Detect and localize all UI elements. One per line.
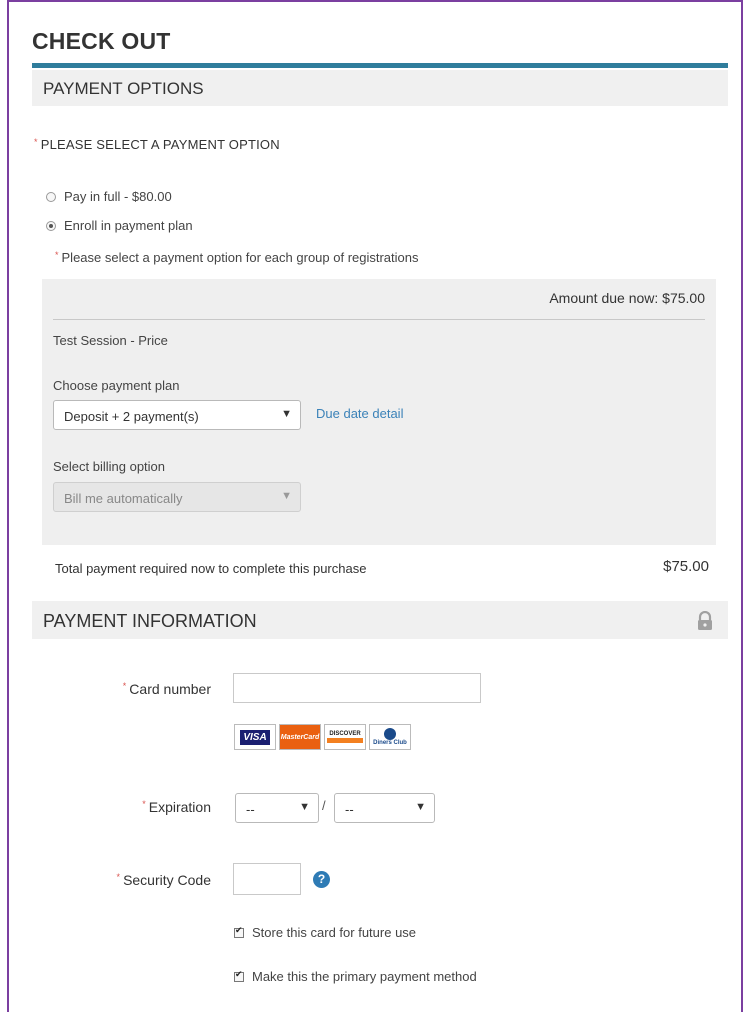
payment-plan-value: Deposit + 2 payment(s) xyxy=(64,409,199,424)
payment-plan-select[interactable]: Deposit + 2 payment(s) ▼ xyxy=(53,400,301,430)
required-marker: * xyxy=(116,872,121,882)
payment-plan-panel: Amount due now: $75.00 Test Session - Pr… xyxy=(42,279,716,545)
visa-card-icon: VISA xyxy=(234,724,276,750)
visa-card-text: VISA xyxy=(240,729,270,745)
payment-options-header: PAYMENT OPTIONS xyxy=(32,70,728,106)
chevron-down-icon: ▼ xyxy=(281,490,292,502)
card-number-input[interactable] xyxy=(233,673,481,703)
help-icon[interactable]: ? xyxy=(313,871,330,888)
chevron-down-icon: ▼ xyxy=(281,408,292,420)
card-number-label-text: Card number xyxy=(129,681,211,697)
chevron-down-icon: ▼ xyxy=(299,801,310,813)
payment-information-header: PAYMENT INFORMATION xyxy=(32,601,728,639)
frame-border-right xyxy=(741,0,743,1012)
store-card-checkbox[interactable] xyxy=(234,925,244,938)
group-note-text: Please select a payment option for each … xyxy=(61,250,419,265)
chevron-down-icon: ▼ xyxy=(415,801,426,813)
title-divider xyxy=(32,63,728,68)
diners-circle xyxy=(384,728,396,740)
store-card-label: Store this card for future use xyxy=(252,925,417,940)
payment-information-title: PAYMENT INFORMATION xyxy=(43,611,257,631)
due-date-detail-link[interactable]: Due date detail xyxy=(316,406,403,421)
primary-method-label: Make this the primary payment method xyxy=(252,969,477,984)
choose-plan-label: Choose payment plan xyxy=(53,378,180,393)
discover-stripe xyxy=(327,738,363,743)
plan-divider xyxy=(53,319,705,320)
expiration-month-select[interactable]: -- ▼ xyxy=(235,793,319,823)
diners-club-text: Diners Club xyxy=(373,740,407,746)
page-title: CHECK OUT xyxy=(32,28,171,54)
store-card-option[interactable]: Store this card for future use xyxy=(234,925,416,940)
expiration-year-select[interactable]: -- ▼ xyxy=(334,793,435,823)
group-note: * Please select a payment option for each… xyxy=(55,250,419,265)
primary-method-option[interactable]: Make this the primary payment method xyxy=(234,969,477,984)
mastercard-text: MasterCard xyxy=(280,733,320,741)
billing-option-label: Select billing option xyxy=(53,459,166,474)
total-payment-label: Total payment required now to complete t… xyxy=(55,561,367,576)
required-marker: * xyxy=(34,137,38,147)
radio-label: Pay in full - $80.00 xyxy=(64,189,172,204)
discover-card-text: DISCOVER xyxy=(329,731,361,737)
security-code-label: * Security Code xyxy=(117,872,211,888)
payment-option-prompt: * PLEASE SELECT A PAYMENT OPTION xyxy=(34,137,280,152)
payment-option-prompt-text: PLEASE SELECT A PAYMENT OPTION xyxy=(40,137,280,152)
diners-club-icon: Diners Club xyxy=(369,724,411,750)
required-marker: * xyxy=(142,799,146,809)
radio-label: Enroll in payment plan xyxy=(64,218,193,233)
total-payment-value: $75.00 xyxy=(663,558,709,575)
security-code-input[interactable] xyxy=(233,863,301,895)
discover-card-icon: DISCOVER xyxy=(324,724,366,750)
payment-options-title: PAYMENT OPTIONS xyxy=(43,79,204,98)
radio-payment-plan[interactable]: Enroll in payment plan xyxy=(46,218,193,233)
frame-border-left xyxy=(7,0,9,1012)
expiration-label-text: Expiration xyxy=(148,799,211,815)
radio-button[interactable] xyxy=(46,191,56,202)
amount-due-now: Amount due now: $75.00 xyxy=(549,290,705,306)
security-code-label-text: Security Code xyxy=(123,872,211,888)
billing-option-value: Bill me automatically xyxy=(64,491,183,506)
expiration-month-value: -- xyxy=(246,802,255,817)
required-marker: * xyxy=(55,250,59,260)
billing-option-select: Bill me automatically ▼ xyxy=(53,482,301,512)
radio-button-selected[interactable] xyxy=(46,220,56,231)
card-number-label: * Card number xyxy=(123,681,211,697)
radio-pay-in-full[interactable]: Pay in full - $80.00 xyxy=(46,189,172,204)
expiration-separator: / xyxy=(322,798,326,813)
expiration-label: * Expiration xyxy=(142,799,211,815)
required-marker: * xyxy=(122,681,127,691)
lock-icon xyxy=(698,611,712,630)
expiration-year-value: -- xyxy=(345,802,354,817)
primary-method-checkbox[interactable] xyxy=(234,969,244,982)
mastercard-icon: MasterCard xyxy=(279,724,321,750)
session-name: Test Session - Price xyxy=(53,333,168,348)
frame-border-top xyxy=(7,0,743,2)
accepted-cards: VISA MasterCard DISCOVER Diners Club xyxy=(234,724,411,750)
